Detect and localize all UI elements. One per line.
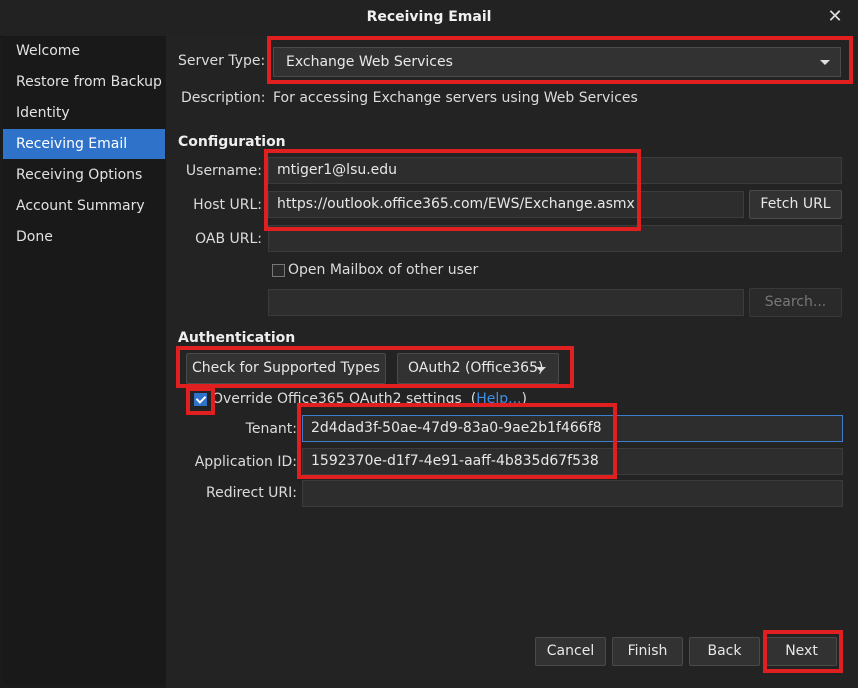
description-value: For accessing Exchange servers using Web… bbox=[273, 90, 638, 106]
cancel-button[interactable]: Cancel bbox=[535, 637, 606, 666]
title-bar: Receiving Email ✕ bbox=[0, 0, 858, 37]
sidebar-item-identity[interactable]: Identity bbox=[3, 98, 165, 128]
sidebar-item-restore-from-backup[interactable]: Restore from Backup bbox=[3, 67, 165, 97]
sidebar-item-done[interactable]: Done bbox=[3, 222, 165, 252]
host-url-label: Host URL: bbox=[193, 197, 262, 213]
username-label: Username: bbox=[185, 163, 262, 179]
open-other-mailbox-label: Open Mailbox of other user bbox=[288, 262, 479, 278]
sidebar-item-welcome[interactable]: Welcome bbox=[3, 36, 165, 66]
chevron-down-icon bbox=[820, 60, 830, 65]
search-button[interactable]: Search... bbox=[749, 288, 842, 317]
redirect-uri-field[interactable] bbox=[302, 480, 843, 507]
other-mailbox-field[interactable] bbox=[268, 289, 744, 316]
back-button[interactable]: Back bbox=[689, 637, 760, 666]
oab-url-label: OAB URL: bbox=[195, 231, 262, 247]
auth-method-value: OAuth2 (Office365) bbox=[408, 360, 544, 376]
sidebar-item-receiving-email[interactable]: Receiving Email bbox=[3, 129, 165, 159]
override-oauth-checkbox[interactable] bbox=[194, 393, 207, 406]
help-close-paren: ) bbox=[521, 391, 527, 407]
authentication-heading: Authentication bbox=[178, 330, 296, 346]
host-url-field[interactable]: https://outlook.office365.com/EWS/Exchan… bbox=[268, 191, 744, 218]
auth-method-select[interactable]: OAuth2 (Office365) bbox=[397, 353, 559, 384]
description-label: Description: bbox=[181, 90, 266, 106]
wizard-page: Server Type: Exchange Web Services Descr… bbox=[166, 36, 858, 688]
help-link[interactable]: Help... bbox=[476, 391, 521, 407]
application-id-label: Application ID: bbox=[194, 454, 297, 470]
configuration-heading: Configuration bbox=[178, 134, 286, 150]
check-supported-types-button[interactable]: Check for Supported Types bbox=[186, 353, 386, 384]
finish-button[interactable]: Finish bbox=[612, 637, 683, 666]
redirect-uri-label: Redirect URI: bbox=[205, 485, 297, 501]
fetch-url-button[interactable]: Fetch URL bbox=[749, 190, 842, 219]
server-type-value: Exchange Web Services bbox=[286, 54, 453, 70]
close-icon[interactable]: ✕ bbox=[824, 6, 846, 28]
oab-url-field[interactable] bbox=[268, 225, 842, 252]
open-other-mailbox-checkbox[interactable] bbox=[272, 264, 285, 277]
application-id-field[interactable]: 1592370e-d1f7-4e91-aaff-4b835d67f538 bbox=[302, 448, 843, 475]
sidebar-item-account-summary[interactable]: Account Summary bbox=[3, 191, 165, 221]
wizard-sidebar: Welcome Restore from Backup Identity Rec… bbox=[3, 36, 165, 684]
server-type-label: Server Type: bbox=[178, 53, 266, 69]
window-title: Receiving Email bbox=[366, 9, 492, 25]
server-type-select[interactable]: Exchange Web Services bbox=[273, 47, 841, 77]
tenant-field[interactable]: 2d4dad3f-50ae-47d9-83a0-9ae2b1f466f8 bbox=[302, 415, 843, 442]
sidebar-item-receiving-options[interactable]: Receiving Options bbox=[3, 160, 165, 190]
tenant-label: Tenant: bbox=[245, 421, 297, 437]
override-oauth-label: Override Office365 OAuth2 settings (Help… bbox=[212, 391, 527, 407]
username-field[interactable]: mtiger1@lsu.edu bbox=[268, 157, 842, 184]
override-oauth-text: Override Office365 OAuth2 settings bbox=[212, 391, 462, 407]
chevron-down-icon bbox=[536, 367, 546, 372]
next-button[interactable]: Next bbox=[766, 637, 837, 666]
